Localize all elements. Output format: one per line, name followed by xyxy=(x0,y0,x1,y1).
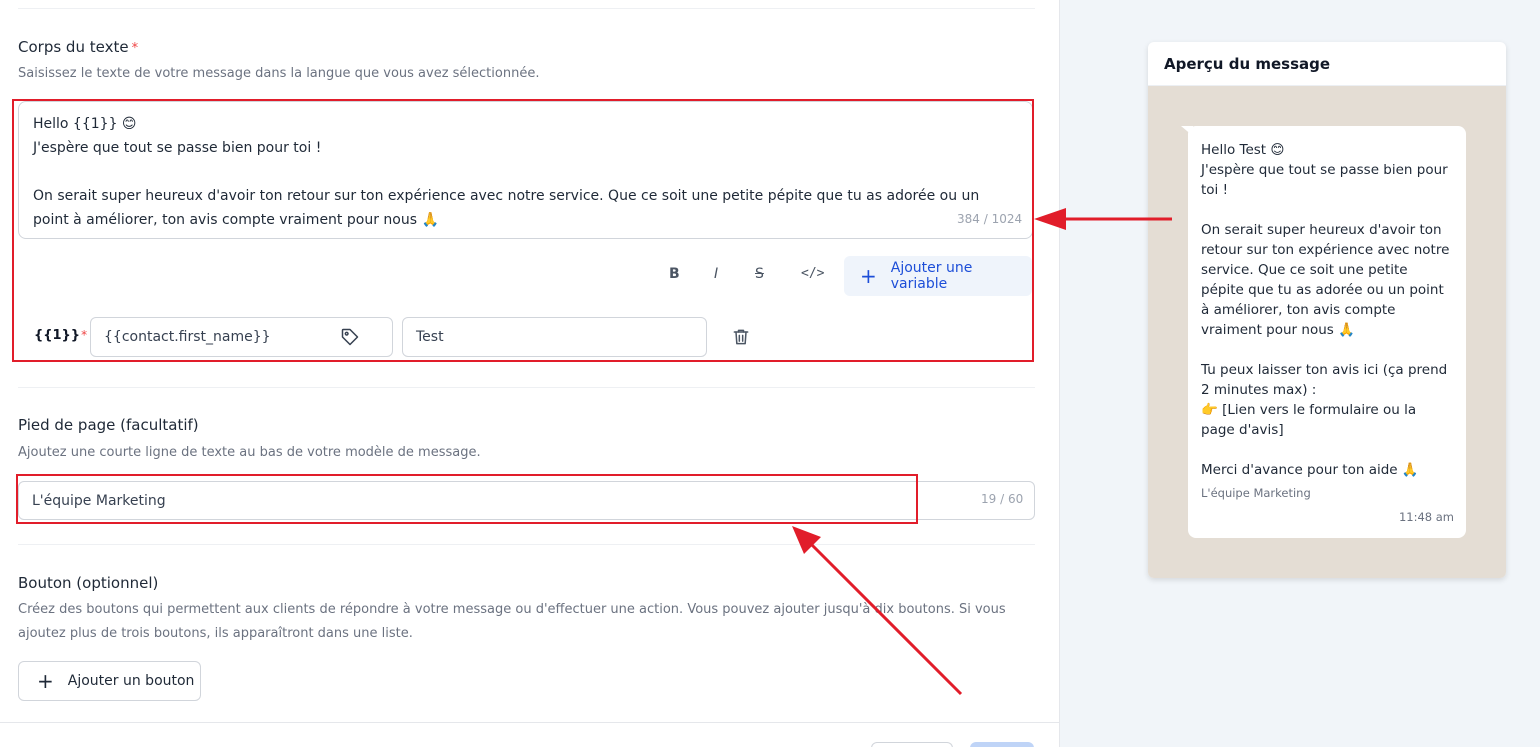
cancel-button[interactable] xyxy=(871,742,953,747)
submit-button[interactable] xyxy=(970,742,1034,747)
preview-timestamp: 11:48 am xyxy=(1398,510,1454,524)
message-preview-card: Aperçu du message Hello Test 😊 J'espère … xyxy=(1148,42,1506,578)
plus-icon: + xyxy=(37,669,54,693)
message-bubble: Hello Test 😊 J'espère que tout se passe … xyxy=(1188,126,1466,538)
add-button-button[interactable]: + Ajouter un bouton xyxy=(18,661,201,701)
preview-title: Aperçu du message xyxy=(1148,42,1506,86)
body-section-title: Corps du texte * xyxy=(18,38,139,56)
preview-message-text: Hello Test 😊 J'espère que tout se passe … xyxy=(1201,142,1450,478)
add-button-label: Ajouter un bouton xyxy=(67,673,195,689)
divider xyxy=(18,8,1035,9)
divider xyxy=(18,544,1035,545)
footer-section-description: Ajoutez une courte ligne de texte au bas… xyxy=(18,445,481,460)
buttons-section-description-line: Créez des boutons qui permettent aux cli… xyxy=(18,602,1006,617)
divider xyxy=(18,387,1035,388)
buttons-section-title: Bouton (optionnel) xyxy=(18,574,159,592)
footer-char-counter: 19 / 60 xyxy=(981,492,1024,506)
annotation-box-footer xyxy=(16,474,918,524)
preview-footer-text: L'équipe Marketing xyxy=(1201,486,1311,500)
buttons-section-description-line: ajoutez plus de trois boutons, ils appar… xyxy=(18,626,413,641)
annotation-box-body xyxy=(12,99,1034,362)
divider xyxy=(0,722,1060,723)
body-section-description: Saisissez le texte de votre message dans… xyxy=(18,66,540,81)
footer-section-title: Pied de page (facultatif) xyxy=(18,416,199,434)
chat-background: Hello Test 😊 J'espère que tout se passe … xyxy=(1148,86,1506,578)
required-mark: * xyxy=(131,41,139,56)
